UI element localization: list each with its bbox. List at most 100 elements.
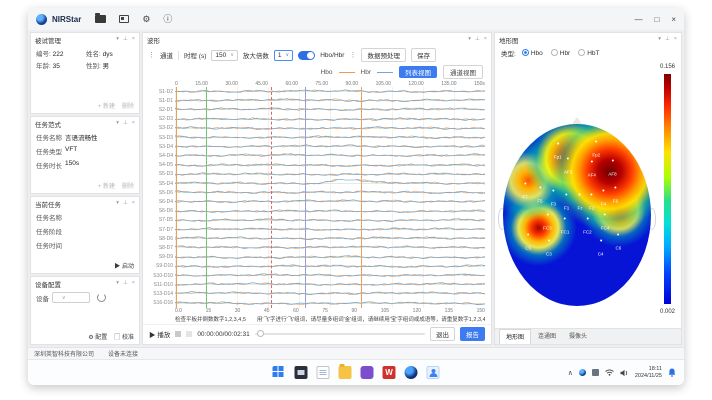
tray-device-icon[interactable] bbox=[592, 369, 599, 376]
tab-active[interactable]: 地形图 bbox=[499, 329, 531, 344]
taskbar-person-icon[interactable] bbox=[427, 366, 440, 379]
channel-view-button[interactable]: 通道视图 bbox=[443, 65, 483, 79]
notification-bell-icon[interactable] bbox=[668, 368, 676, 377]
dock-close-icon[interactable]: × bbox=[484, 37, 487, 43]
calibrate-button[interactable]: ▢ 校准 bbox=[114, 332, 134, 341]
dock-pin-icon[interactable]: ⊥ bbox=[123, 121, 128, 127]
dock-pin-icon[interactable]: ⊥ bbox=[475, 37, 480, 43]
refresh-device-icon[interactable] bbox=[97, 293, 106, 302]
volume-icon[interactable] bbox=[620, 369, 629, 377]
channel-label: S9-D9 bbox=[149, 253, 175, 262]
electrode-dot bbox=[595, 141, 597, 143]
save-button[interactable]: 保存 bbox=[411, 48, 436, 62]
electrode-label: C5 bbox=[525, 246, 531, 251]
taskbar-wps-icon[interactable]: W bbox=[383, 366, 396, 379]
left-sidebar: 被试管理 ▾ ⊥ × 编号: 222姓名: dys年龄: 35性别: 男 + 新… bbox=[30, 32, 140, 345]
tray-time: 18:11 bbox=[635, 366, 662, 373]
dock-pin-icon[interactable]: ⊥ bbox=[123, 281, 128, 287]
radio-label: Hbo bbox=[531, 50, 543, 57]
scale-select[interactable]: 1∨ bbox=[274, 50, 293, 61]
dock-menu-icon[interactable]: ▾ bbox=[468, 37, 471, 43]
electrode-label: F2 bbox=[589, 206, 594, 211]
settings-gear-icon[interactable]: ⚙ bbox=[142, 15, 150, 24]
tab-inactive[interactable]: 连通图 bbox=[532, 329, 562, 344]
dock-controls: ▾ ⊥ × bbox=[658, 37, 677, 43]
dock-menu-icon[interactable]: ▾ bbox=[116, 281, 119, 287]
panel-action-button[interactable]: + 新建 bbox=[98, 101, 115, 110]
dock-close-icon[interactable]: × bbox=[132, 281, 135, 287]
dock-menu-icon[interactable]: ▾ bbox=[116, 37, 119, 43]
taskbar-media-icon[interactable] bbox=[361, 366, 374, 379]
electrode-marker: FC4 bbox=[601, 214, 610, 235]
start-task-button[interactable]: ▶ 启动 bbox=[114, 261, 134, 270]
field-label: 任务时间 bbox=[36, 240, 62, 250]
dock-menu-icon[interactable]: ▾ bbox=[116, 201, 119, 207]
timespan-select[interactable]: 150∨ bbox=[211, 50, 238, 61]
type-radio-hbr[interactable]: Hbr bbox=[551, 49, 570, 57]
clock[interactable]: 18:11 2024/11/25 bbox=[635, 366, 662, 380]
stop-icon[interactable] bbox=[175, 331, 181, 337]
dock-menu-icon[interactable]: ▾ bbox=[658, 37, 661, 43]
electrode-dot bbox=[617, 234, 619, 236]
taskbar-notepad-icon[interactable] bbox=[317, 366, 330, 379]
field-label: 任务阶段 bbox=[36, 226, 62, 236]
drag-handle-icon[interactable]: ⋮ bbox=[148, 51, 155, 59]
device-select[interactable]: ∨ bbox=[52, 292, 90, 303]
tray-app-icon[interactable] bbox=[579, 369, 586, 376]
channel-label: S5-D6 bbox=[149, 188, 175, 197]
panel-action-button[interactable]: 删除 bbox=[122, 101, 134, 110]
dock-close-icon[interactable]: × bbox=[132, 121, 135, 127]
open-file-icon[interactable] bbox=[95, 15, 106, 23]
hbo-hbr-toggle[interactable] bbox=[298, 51, 315, 60]
dock-controls: ▾ ⊥ × bbox=[116, 201, 135, 207]
more-icon[interactable]: ⋮ bbox=[349, 51, 356, 59]
record-icon[interactable] bbox=[186, 331, 192, 337]
event-marker-line bbox=[176, 87, 177, 308]
configure-button[interactable]: ⚙ 配置 bbox=[88, 332, 107, 341]
play-button[interactable]: ▶ 播放 bbox=[149, 329, 170, 339]
field: 编号: 222 bbox=[36, 48, 84, 58]
electrode-dot bbox=[586, 217, 588, 219]
dock-close-icon[interactable]: × bbox=[132, 201, 135, 207]
dock-pin-icon[interactable]: ⊥ bbox=[123, 37, 128, 43]
taskbar-start-icon[interactable] bbox=[273, 366, 286, 379]
dock-close-icon[interactable]: × bbox=[674, 37, 677, 43]
tab-inactive[interactable]: 摄像头 bbox=[563, 329, 593, 344]
channel-trace bbox=[175, 105, 485, 114]
dock-pin-icon[interactable]: ⊥ bbox=[123, 201, 128, 207]
close-button[interactable]: × bbox=[671, 15, 676, 24]
dock-pin-icon[interactable]: ⊥ bbox=[665, 37, 670, 43]
panel-action-button[interactable]: + 新建 bbox=[98, 181, 115, 190]
channel-trace bbox=[175, 271, 485, 280]
wifi-icon[interactable] bbox=[605, 369, 614, 376]
taskbar-explorer-icon[interactable] bbox=[295, 366, 308, 379]
list-view-button[interactable]: 列表视图 bbox=[399, 66, 437, 78]
radio-icon bbox=[522, 49, 529, 56]
field-label: 任务名称 bbox=[36, 132, 62, 142]
minimize-button[interactable]: — bbox=[634, 15, 642, 24]
type-radio-hbo[interactable]: Hbo bbox=[522, 49, 543, 57]
waveform-plot: 015.0030.0045.0060.0075.0090.00105.00120… bbox=[143, 81, 491, 324]
slider-knob[interactable] bbox=[257, 330, 264, 337]
exit-button[interactable]: 退出 bbox=[430, 327, 455, 341]
tray-chevron-icon[interactable]: ∧ bbox=[568, 369, 573, 377]
channel-label: S4-D4 bbox=[149, 151, 175, 160]
topomap-body: 0.156 0.002 Fp1Fp2AF3AF4AF8F7F5F3F1FzF2F… bbox=[495, 60, 681, 328]
device-panel: 设备配置 ▾ ⊥ × 设备 ∨ ⚙ 配置 ▢ 校准 bbox=[30, 276, 140, 345]
report-button[interactable]: 报告 bbox=[460, 327, 485, 341]
windows-taskbar: W ∧ 18:11 2024/11/25 bbox=[28, 359, 684, 385]
device-icon[interactable] bbox=[119, 15, 129, 23]
info-icon[interactable]: ⓘ bbox=[163, 15, 172, 24]
dock-menu-icon[interactable]: ▾ bbox=[116, 121, 119, 127]
maximize-button[interactable]: □ bbox=[654, 15, 659, 24]
panel-action-button[interactable]: 删除 bbox=[122, 181, 134, 190]
dock-close-icon[interactable]: × bbox=[132, 37, 135, 43]
taskbar-folder-icon[interactable] bbox=[339, 366, 352, 379]
taskbar-nirstar-icon[interactable] bbox=[405, 366, 418, 379]
electrode-marker: F6 bbox=[613, 186, 618, 207]
type-radio-hbt[interactable]: HbT bbox=[578, 49, 599, 57]
topomap-panel-title: 地形图 bbox=[499, 35, 519, 45]
playback-slider[interactable] bbox=[255, 333, 425, 335]
preprocess-button[interactable]: 数据预处理 bbox=[361, 48, 406, 62]
channel-menu-button[interactable]: 通道 bbox=[160, 50, 173, 60]
